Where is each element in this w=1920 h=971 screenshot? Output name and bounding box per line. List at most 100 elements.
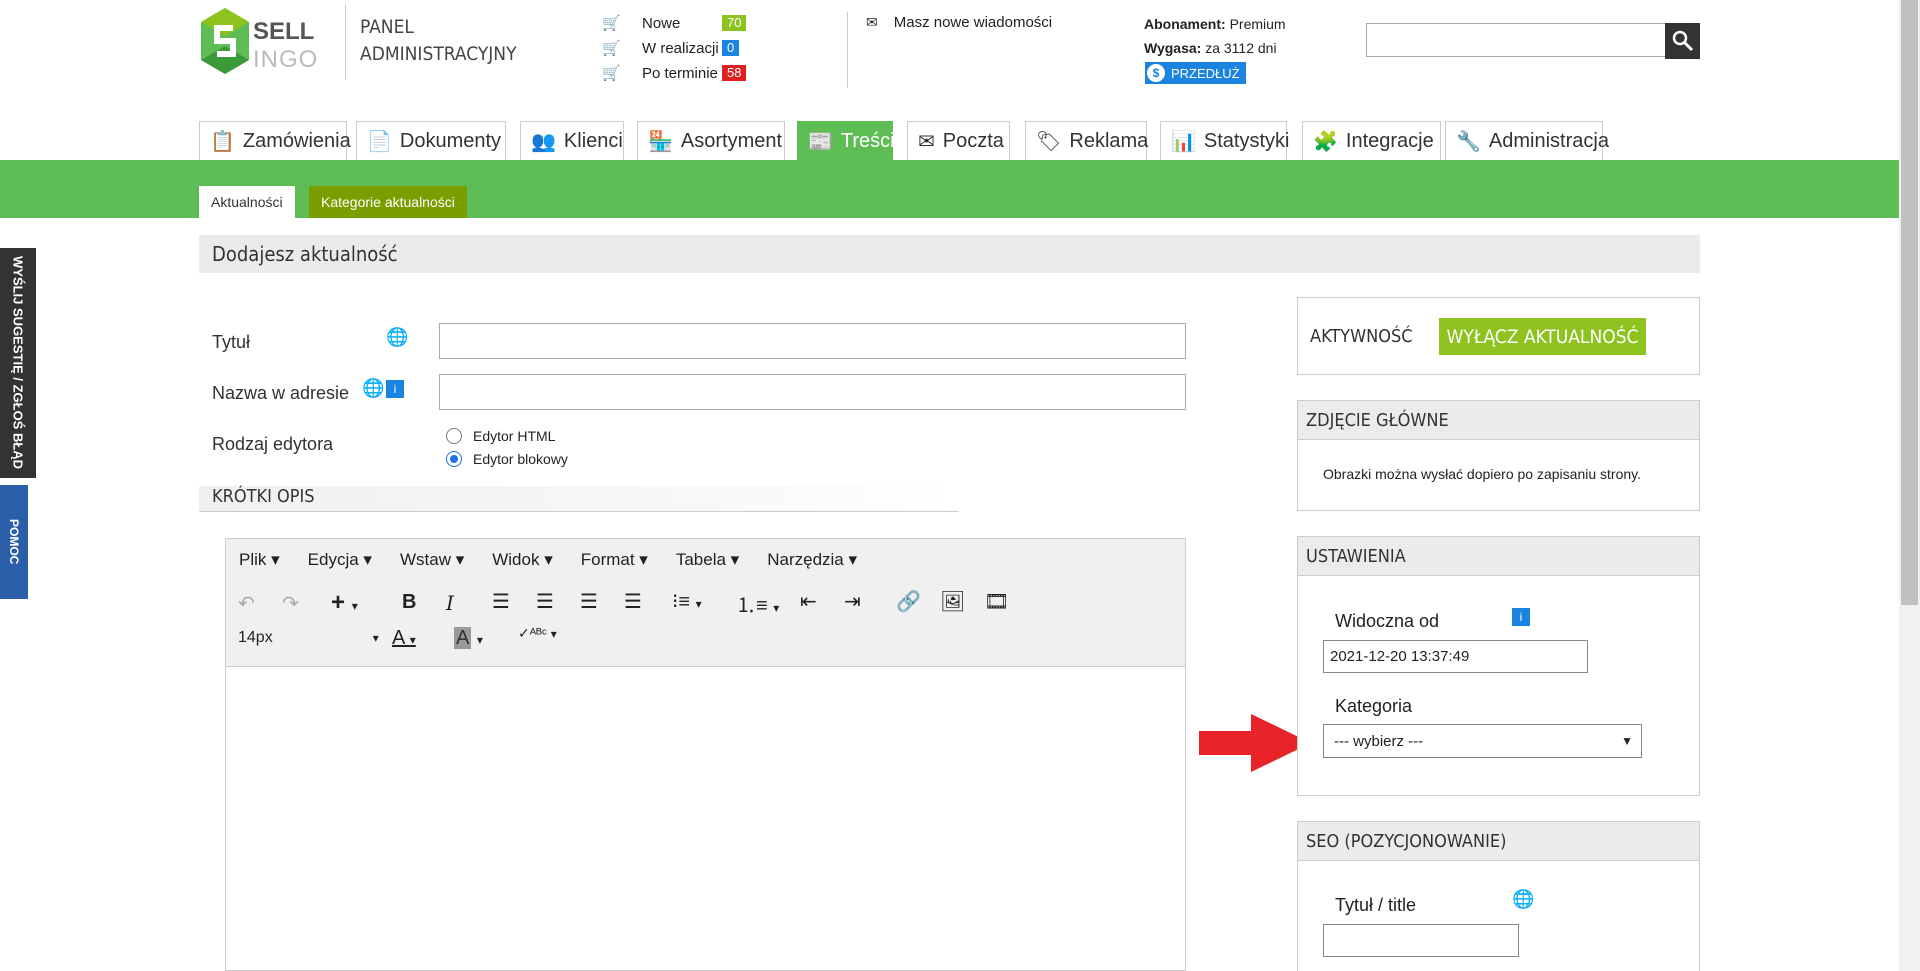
globe-icon[interactable]: 🌐 xyxy=(386,327,408,348)
messages-text: Masz nowe wiadomości xyxy=(893,14,1053,31)
page-title: Dodajesz aktualność xyxy=(199,235,1700,273)
messages-link[interactable]: ✉ Masz nowe wiadomości xyxy=(866,14,1052,31)
nav-tab-integracje[interactable]: 🧩 Integracje xyxy=(1302,121,1441,161)
editor-html-radio[interactable] xyxy=(446,428,462,444)
nav-tab-reklama[interactable]: 🏷 Reklama xyxy=(1025,121,1149,161)
italic-icon[interactable]: I xyxy=(446,591,454,615)
menu-view[interactable]: Widok ▾ xyxy=(492,550,553,570)
align-right-icon[interactable]: ☰ xyxy=(580,589,598,614)
orders-overdue-label: Po terminie xyxy=(642,64,718,82)
menu-format[interactable]: Format ▾ xyxy=(581,550,648,570)
divider xyxy=(847,12,848,88)
nav-label: Statystyki xyxy=(1203,130,1290,152)
menu-file[interactable]: Plik ▾ xyxy=(239,550,280,570)
info-icon[interactable]: i xyxy=(1512,608,1530,626)
nav-tab-administracja[interactable]: 🔧 Administracja xyxy=(1445,121,1609,161)
renew-button[interactable]: $ PRZEDŁUŻ xyxy=(1145,62,1246,84)
nav-label: Administracja xyxy=(1488,130,1609,152)
nav-label: Poczta xyxy=(942,130,1004,152)
orders-in-progress[interactable]: 🛒 W realizacji 0 xyxy=(602,38,740,58)
undo-icon[interactable]: ↶ xyxy=(238,591,255,616)
nav-tab-tresci[interactable]: 📰 Treści xyxy=(797,121,895,161)
clipboard-icon: 📋 xyxy=(210,131,235,153)
orders-new-label: Nowe xyxy=(642,14,681,32)
globe-icon[interactable]: 🌐 xyxy=(362,378,384,399)
subtab-aktualnosci[interactable]: Aktualności xyxy=(199,186,295,218)
menu-label: Wstaw xyxy=(399,550,451,569)
panel-title-line1: PANEL xyxy=(360,16,414,38)
suggestion-tab[interactable]: WYŚLIJ SUGESTIĘ / ZGŁOŚ BŁĄD xyxy=(0,248,36,478)
sellingo-logo[interactable]: SELL INGO xyxy=(199,6,331,82)
plan-label: Abonament: xyxy=(1144,16,1226,32)
nav-label: Reklama xyxy=(1069,130,1149,152)
orders-new-count: 70 xyxy=(722,15,747,31)
deactivate-news-button[interactable]: WYŁĄCZ AKTUALNOŚĆ xyxy=(1439,318,1646,355)
image-icon[interactable]: 🖼 xyxy=(940,589,965,614)
align-center-icon[interactable]: ☰ xyxy=(536,589,554,614)
nav-tab-statystyki[interactable]: 📊 Statystyki xyxy=(1160,121,1290,161)
nav-tab-klienci[interactable]: 👥 Klienci xyxy=(520,121,624,161)
cart-icon: 🛒 xyxy=(602,40,621,57)
help-tab[interactable]: POMOC xyxy=(0,485,28,599)
category-select[interactable]: --- wybierz --- ▼ xyxy=(1323,724,1642,758)
rich-text-editor[interactable]: Plik ▾ Edycja ▾ Wstaw ▾ Widok ▾ Format ▾… xyxy=(225,538,1186,971)
bullet-list-icon[interactable]: ⁝≡ ▾ xyxy=(672,589,702,614)
nav-label: Dokumenty xyxy=(399,130,502,152)
menu-edit[interactable]: Edycja ▾ xyxy=(308,550,372,570)
cart-icon: 🛒 xyxy=(602,65,621,82)
orders-in-progress-label: W realizacji xyxy=(642,39,719,57)
menu-insert[interactable]: Wstaw ▾ xyxy=(400,550,464,570)
menu-label: Format xyxy=(580,550,635,569)
seo-title-label: Tytuł / title xyxy=(1335,895,1417,915)
media-icon[interactable]: 🎞 xyxy=(984,589,1009,614)
align-left-icon[interactable]: ☰ xyxy=(492,589,510,614)
nav-tab-asortyment[interactable]: 🏪 Asortyment xyxy=(637,121,785,161)
menu-table[interactable]: Tabela ▾ xyxy=(676,550,739,570)
text-color-icon[interactable]: A ▾ xyxy=(392,627,416,650)
nav-label: Integracje xyxy=(1345,130,1434,152)
cart-icon: 🛒 xyxy=(602,15,621,32)
font-size-select[interactable]: 14px ▾ xyxy=(238,629,379,647)
nav-tab-zamowienia[interactable]: 📋 Zamówienia xyxy=(199,121,351,161)
scrollbar-thumb[interactable] xyxy=(1901,0,1918,605)
align-justify-icon[interactable]: ☰ xyxy=(624,589,642,614)
orders-overdue[interactable]: 🛒 Po terminie 58 xyxy=(602,63,747,83)
highlight-color-icon[interactable]: A ▾ xyxy=(454,627,483,650)
editor-block-radio[interactable] xyxy=(446,451,462,467)
bold-icon[interactable]: B xyxy=(402,591,416,614)
search-button[interactable] xyxy=(1665,23,1700,59)
info-icon[interactable]: i xyxy=(386,380,404,398)
orders-in-progress-count: 0 xyxy=(722,40,740,56)
globe-icon[interactable]: 🌐 xyxy=(1512,889,1534,910)
link-icon[interactable]: 🔗 xyxy=(896,589,921,614)
menu-label: Widok xyxy=(492,550,540,569)
nav-label: Klienci xyxy=(563,130,623,152)
people-icon: 👥 xyxy=(531,131,556,153)
panel-title: PANEL ADMINISTRACYJNY xyxy=(360,14,517,68)
nav-tab-dokumenty[interactable]: 📄 Dokumenty xyxy=(356,121,506,161)
indent-icon[interactable]: ⇥ xyxy=(844,589,861,614)
editor-html-option[interactable]: Edytor HTML xyxy=(446,428,555,444)
search-input[interactable] xyxy=(1366,23,1666,57)
orders-new[interactable]: 🛒 Nowe 70 xyxy=(602,13,747,33)
seo-title-input[interactable] xyxy=(1323,924,1519,957)
wrench-icon: 🔧 xyxy=(1456,131,1481,153)
subtab-kategorie[interactable]: Kategorie aktualności xyxy=(309,186,467,218)
editor-block-option[interactable]: Edytor blokowy xyxy=(446,451,568,467)
menu-tools[interactable]: Narzędzia ▾ xyxy=(767,550,857,570)
insert-plus-icon[interactable]: + ▾ xyxy=(331,589,358,617)
spellcheck-icon[interactable]: ✓ᴬᴮᶜ ▾ xyxy=(518,625,557,642)
title-input[interactable] xyxy=(439,323,1186,359)
redo-icon[interactable]: ↷ xyxy=(282,591,299,616)
visible-from-input[interactable]: 2021-12-20 13:37:49 xyxy=(1323,640,1588,673)
editor-type-label: Rodzaj edytora xyxy=(212,434,334,454)
logo-mark-icon xyxy=(201,8,249,74)
menu-label: Plik xyxy=(239,550,267,569)
envelope-icon: ✉ xyxy=(866,14,878,30)
activity-label: AKTYWNOŚĆ xyxy=(1310,326,1413,347)
logo-text-1: SELL xyxy=(253,18,315,45)
numbered-list-icon[interactable]: ⒈≡ ▾ xyxy=(736,589,779,618)
outdent-icon[interactable]: ⇤ xyxy=(800,589,817,614)
url-name-input[interactable] xyxy=(439,374,1186,410)
nav-tab-poczta[interactable]: ✉ Poczta xyxy=(907,121,1010,161)
